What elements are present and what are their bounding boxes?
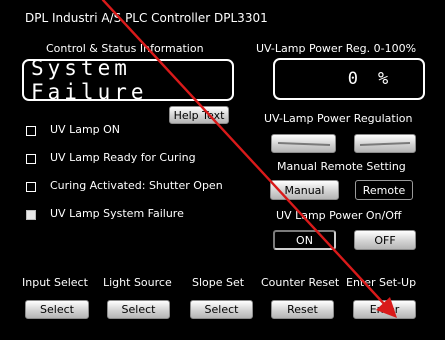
light-source-label: Light Source <box>103 276 172 289</box>
power-decrease-button[interactable] <box>271 134 336 153</box>
status-item-label: UV Lamp Ready for Curing <box>50 151 196 164</box>
uv-power-value: 0 <box>347 69 358 89</box>
remote-button[interactable]: Remote <box>355 180 413 200</box>
power-on-button[interactable]: ON <box>273 230 336 250</box>
enter-setup-button[interactable]: Enter <box>353 300 416 319</box>
input-select-label: Input Select <box>22 276 88 289</box>
plc-controller-panel: DPL Industri A/S PLC Controller DPL3301 … <box>0 0 445 340</box>
uv-lamp-ready-indicator <box>26 154 36 164</box>
input-select-button[interactable]: Select <box>25 300 89 319</box>
manual-remote-heading: Manual Remote Setting <box>277 160 406 173</box>
status-display: System Failure <box>22 56 234 104</box>
status-item-label: Curing Activated: Shutter Open <box>50 179 223 192</box>
power-regulation-heading: UV-Lamp Power Regulation <box>264 112 413 125</box>
curing-activated-indicator <box>26 182 36 192</box>
control-status-heading: Control & Status Information <box>46 42 204 55</box>
uv-power-reg-heading: UV-Lamp Power Reg. 0-100% <box>256 42 417 55</box>
status-item-label: UV Lamp System Failure <box>50 207 184 220</box>
status-display-text: System Failure <box>31 56 148 104</box>
light-source-select-button[interactable]: Select <box>107 300 170 319</box>
counter-reset-label: Counter Reset <box>261 276 340 289</box>
uv-power-display: 0 % <box>273 58 425 100</box>
uv-power-unit: % <box>378 69 389 89</box>
system-failure-indicator <box>26 210 36 220</box>
enter-setup-label: Enter Set-Up <box>346 276 417 289</box>
power-onoff-heading: UV Lamp Power On/Off <box>276 209 402 222</box>
power-increase-button[interactable] <box>354 134 416 153</box>
help-text-button[interactable]: Help Text <box>169 106 229 124</box>
uv-lamp-on-indicator <box>26 126 36 136</box>
slope-set-select-button[interactable]: Select <box>190 300 253 319</box>
status-item-label: UV Lamp ON <box>50 123 121 136</box>
manual-button[interactable]: Manual <box>270 180 339 200</box>
power-off-button[interactable]: OFF <box>354 230 416 250</box>
slope-set-label: Slope Set <box>192 276 245 289</box>
slope-down-icon <box>277 141 330 146</box>
counter-reset-button[interactable]: Reset <box>271 300 334 319</box>
app-title: DPL Industri A/S PLC Controller DPL3301 <box>25 11 268 25</box>
slope-up-icon <box>359 141 411 146</box>
